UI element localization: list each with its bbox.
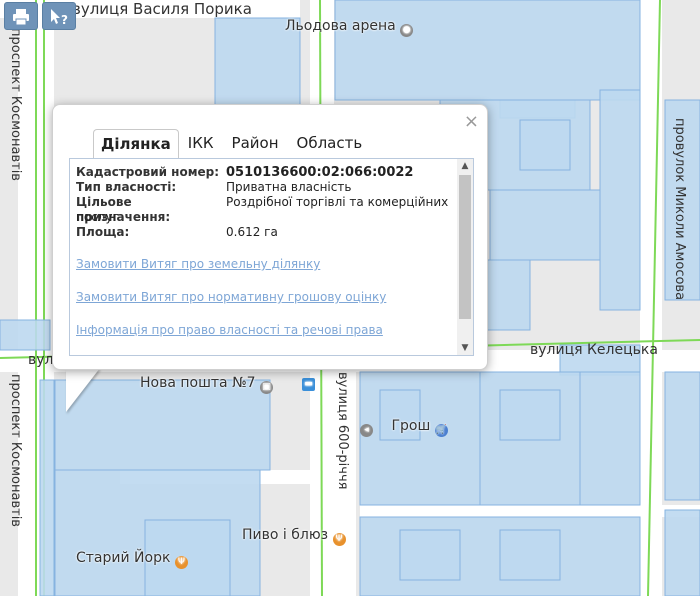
poi-grosh[interactable]: ◂ Грош 🛒: [360, 418, 448, 437]
poi-nova-poshta[interactable]: Нова пошта №7 ▣: [140, 375, 274, 394]
ownership-rights-info-link[interactable]: Інформація про право власності та речові…: [76, 323, 456, 337]
restaurant-icon: Ψ: [174, 556, 188, 569]
field-key: Площа:: [76, 225, 130, 239]
close-button[interactable]: ×: [464, 111, 479, 132]
field-value: 0.612 га: [226, 225, 278, 239]
cafe-icon: Ψ: [332, 533, 346, 546]
popup-tail: [66, 368, 100, 412]
printer-icon: [13, 9, 29, 26]
field-value: Роздрібної торгівлі та комерційних послу…: [76, 195, 449, 224]
poi-label: Льодова арена: [285, 18, 396, 34]
scroll-thumb[interactable]: [459, 175, 471, 319]
bus-icon: ▬: [302, 378, 315, 391]
poi-bus-stop[interactable]: ▬: [302, 372, 315, 391]
field-key: Тип власності:: [76, 180, 177, 194]
street-label-600-richchia: вулиця 600-річчя: [335, 372, 350, 489]
scroll-up-icon[interactable]: ▲: [457, 159, 473, 173]
parcel-details: Кадастровий номер: 0510136600:02:066:002…: [76, 165, 456, 337]
shopping-cart-icon: 🛒: [434, 424, 448, 437]
field-ownership-type: Тип власності: Приватна власність: [76, 180, 456, 195]
order-valuation-extract-link[interactable]: Замовити Витяг про нормативну грошову оц…: [76, 290, 456, 304]
poi-label: Грош: [391, 418, 431, 434]
arrow-icon: ◂: [360, 424, 373, 437]
poi-pyvo-i-blues[interactable]: Пиво і блюз Ψ: [242, 527, 346, 546]
popup-tabs: Ділянка ІКК Район Область: [93, 129, 371, 159]
tab-dilianka[interactable]: Ділянка: [93, 129, 179, 159]
order-land-extract-link[interactable]: Замовити Витяг про земельну ділянку: [76, 257, 456, 271]
tab-panel: Кадастровий номер: 0510136600:02:066:002…: [69, 158, 474, 356]
field-purpose: Цільове призначення: Роздрібної торгівлі…: [76, 195, 456, 225]
tab-raion[interactable]: Район: [223, 129, 288, 159]
pin-icon: ●: [400, 24, 414, 37]
poi-lodova-arena[interactable]: Льодова арена ●: [285, 18, 414, 37]
poi-label: Пиво і блюз: [242, 527, 329, 543]
field-value: 0510136600:02:066:0022: [226, 165, 414, 180]
store-icon: ▣: [260, 381, 274, 394]
tab-oblast[interactable]: Область: [288, 129, 372, 159]
scroll-down-icon[interactable]: ▼: [457, 341, 473, 355]
field-cadastral-number: Кадастровий номер: 0510136600:02:066:002…: [76, 165, 456, 180]
street-label-kosmonavtiv-top: проспект Космонавтів: [8, 28, 23, 181]
scrollbar[interactable]: ▲ ▼: [457, 159, 473, 355]
street-label-keletska: вулиця Келецька: [530, 342, 658, 358]
field-area: Площа: 0.612 га: [76, 225, 456, 240]
field-value: Приватна власність: [226, 180, 352, 194]
print-button[interactable]: [4, 2, 38, 30]
cursor-question-icon: ?: [51, 9, 68, 27]
poi-staryi-york[interactable]: Старий Йорк Ψ: [76, 550, 188, 569]
poi-label: Старий Йорк: [76, 550, 171, 566]
street-label-mykoly-amosova: провулок Миколи Амосова: [672, 118, 687, 300]
poi-label: Нова пошта №7: [140, 375, 256, 391]
field-key: Кадастровий номер:: [76, 165, 220, 179]
parcel-info-popup: × Ділянка ІКК Район Область Кадастровий …: [52, 104, 488, 370]
street-label-vasylia-poryka: вулиця Василя Порика: [72, 0, 252, 18]
street-label-kosmonavtiv-bottom: проспект Космонавтів: [8, 374, 23, 527]
tab-ikk[interactable]: ІКК: [179, 129, 223, 159]
svg-text:?: ?: [61, 13, 68, 26]
identify-button[interactable]: ?: [42, 2, 76, 30]
